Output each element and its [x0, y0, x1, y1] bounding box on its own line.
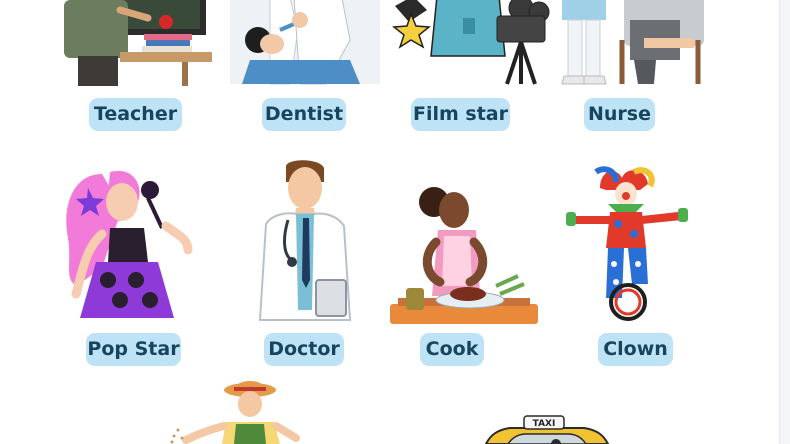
label-pop-star: Pop Star	[86, 333, 181, 366]
label-nurse: Nurse	[584, 98, 655, 131]
label-doctor: Doctor	[264, 333, 344, 366]
nurse-illustration	[561, 0, 704, 85]
clown-illustration	[566, 166, 688, 321]
label-dentist: Dentist	[262, 98, 346, 131]
cook-illustration	[390, 187, 538, 324]
pop-star-illustration	[66, 170, 193, 318]
label-film-star: Film star	[411, 98, 510, 131]
taxi-illustration: TAXI	[484, 415, 610, 444]
label-teacher: Teacher	[89, 98, 182, 131]
teacher-illustration	[64, 0, 212, 86]
doctor-illustration	[258, 160, 352, 321]
scrollbar-track[interactable]	[779, 0, 790, 444]
label-cook: Cook	[420, 333, 484, 366]
film-star-illustration	[392, 0, 550, 85]
label-clown: Clown	[598, 333, 673, 366]
farmer-illustration	[170, 381, 300, 444]
dentist-illustration	[230, 0, 380, 85]
taxi-sign-text: TAXI	[533, 419, 556, 429]
